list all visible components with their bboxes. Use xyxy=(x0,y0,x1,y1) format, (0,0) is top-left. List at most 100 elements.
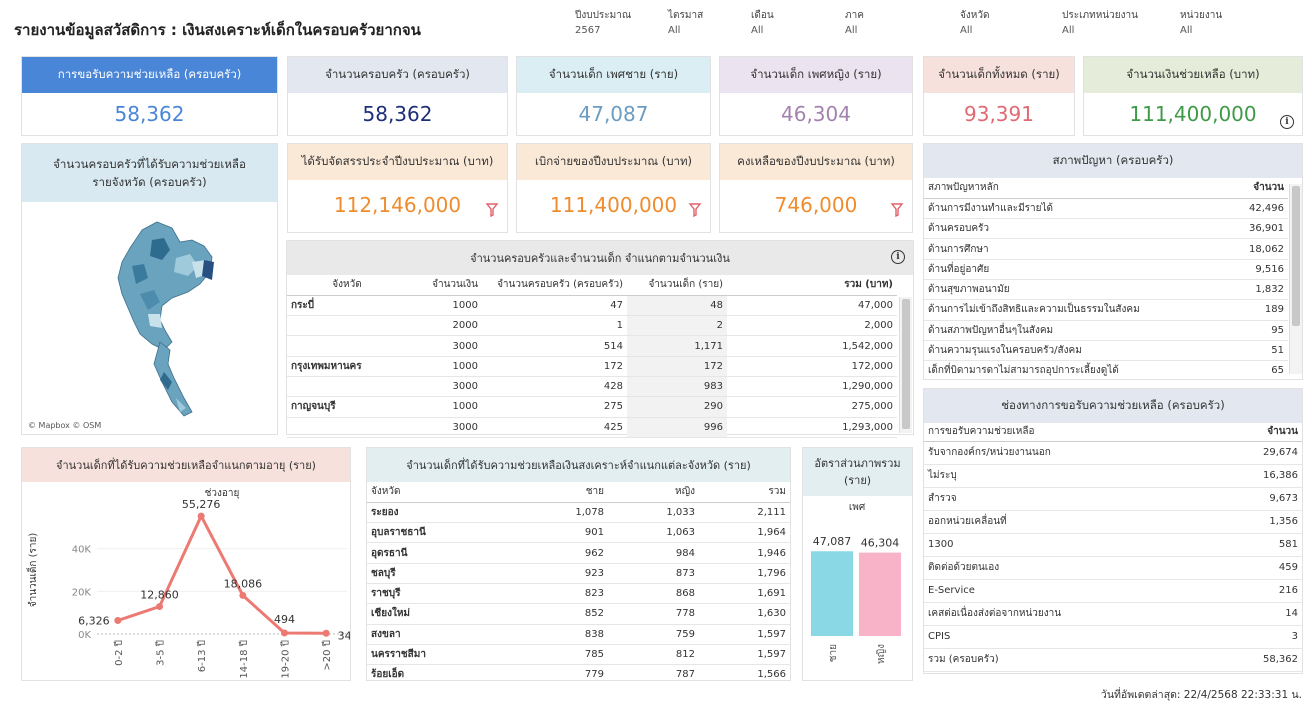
filter-value[interactable]: All xyxy=(668,25,703,36)
table-row[interactable]: กรุงเทพมหานคร 1000 172 172 172,000 xyxy=(287,356,897,377)
filter-value[interactable]: All xyxy=(960,25,989,36)
filter-4[interactable]: จังหวัด All xyxy=(960,8,989,36)
table-row[interactable]: ชลบุรี 923 873 1,796 xyxy=(367,563,790,584)
cell-province: นครราชสีมา xyxy=(367,644,517,666)
data-point[interactable] xyxy=(322,629,330,637)
table-row[interactable]: ติดต่อด้วยตนเอง 459 xyxy=(924,556,1302,580)
table-row[interactable]: เชียงใหม่ 852 778 1,630 xyxy=(367,603,790,625)
table-row[interactable]: สำรวจ 9,673 xyxy=(924,487,1302,511)
data-point[interactable] xyxy=(281,629,288,637)
bar[interactable] xyxy=(811,551,853,636)
cell-channel-count: 216 xyxy=(1213,579,1302,603)
cell-channel: ติดต่อด้วยตนเอง xyxy=(924,556,1214,580)
filter-6[interactable]: หน่วยงาน All xyxy=(1180,8,1222,36)
cell-province xyxy=(287,417,407,438)
table-row[interactable]: สงขลา 838 759 1,597 xyxy=(367,624,790,645)
cell-channel: 1300 xyxy=(924,533,1214,557)
table-row[interactable]: เด็กที่บิดามารดาไม่สามารถอุปการะเลี้ยงดู… xyxy=(924,360,1288,378)
budget-card-1: เบิกจ่ายของปีงบประมาณ (บาท) 111,400,000 xyxy=(516,143,711,233)
table-row[interactable]: E-Service 216 xyxy=(924,579,1302,603)
filter-label: เดือน xyxy=(751,10,774,21)
table-row[interactable]: ด้านการมีงานทำและมีรายได้ 42,496 xyxy=(924,198,1288,220)
chart-subtitle: เพศ xyxy=(849,502,866,513)
cell-sum: 1,691 xyxy=(699,583,790,605)
table-row[interactable]: รับจากองค์กร/หน่วยงานนอก 29,674 xyxy=(924,441,1302,465)
table-row[interactable]: ไม่ระบุ 16,386 xyxy=(924,464,1302,488)
cell-channel: ออกหน่วยเคลื่อนที่ xyxy=(924,510,1214,534)
table-row[interactable]: ด้านการไม่เข้าถึงสิทธิและความเป็นธรรมในส… xyxy=(924,299,1288,321)
amount-table-scrollbar[interactable] xyxy=(899,297,912,433)
x-tick-label: 3-5 ปี xyxy=(155,640,167,666)
table-row[interactable]: นครราชสีมา 785 812 1,597 xyxy=(367,644,790,666)
cell-male: 962 xyxy=(517,542,608,564)
table-row[interactable]: ด้านสภาพปัญหาอื่นๆในสังคม 95 xyxy=(924,320,1288,341)
table-row[interactable]: CPIS 3 xyxy=(924,625,1302,649)
gender-bar-chart[interactable]: เพศ 47,087 ชาย 46,304 หญิง xyxy=(803,496,912,680)
table-row[interactable]: ร้อยเอ็ด 779 787 1,566 xyxy=(367,664,790,680)
filter-funnel-icon[interactable] xyxy=(688,202,702,222)
cell-province xyxy=(287,335,407,357)
cell-channel-count: 9,673 xyxy=(1213,487,1302,511)
cell-children: 983 xyxy=(627,376,727,398)
col-channel: การขอรับความช่วยเหลือ xyxy=(928,426,1035,438)
table-row[interactable]: ด้านที่อยู่อาศัย 9,516 xyxy=(924,259,1288,280)
table-row[interactable]: อุดรธานี 962 984 1,946 xyxy=(367,542,790,564)
problems-card: สภาพปัญหา (ครอบครัว) สภาพปัญหาหลัก จำนวน… xyxy=(923,143,1303,380)
channels-card: ช่องทางการขอรับความช่วยเหลือ (ครอบครัว) … xyxy=(923,388,1303,674)
table-row[interactable]: ระยอง 1,078 1,033 2,111 xyxy=(367,502,790,524)
table-row[interactable]: 1300 581 xyxy=(924,533,1302,557)
cell-sum: 2,111 xyxy=(699,502,790,524)
filter-value[interactable]: All xyxy=(751,25,774,36)
cell-total: 1,542,000 xyxy=(727,335,897,357)
info-icon[interactable]: i xyxy=(891,250,905,264)
table-row[interactable]: กระบี่ 1000 47 48 47,000 xyxy=(287,295,897,317)
thailand-map[interactable] xyxy=(22,202,277,434)
data-label: 55,276 xyxy=(182,498,221,511)
bar[interactable] xyxy=(859,552,901,636)
filter-funnel-icon[interactable] xyxy=(485,202,499,222)
problems-scrollbar[interactable] xyxy=(1289,184,1302,374)
table-row[interactable]: 3000 514 1,171 1,542,000 xyxy=(287,335,897,357)
table-row[interactable]: กาญจนบุรี 1000 275 290 275,000 xyxy=(287,396,897,418)
page-title: รายงานข้อมูลสวัสดิการ : เงินสงเคราะห์เด็… xyxy=(14,21,421,39)
cell-sum: 1,946 xyxy=(699,542,790,564)
table-row[interactable]: เคสต่อเนื่องส่งต่อจากหน่วยงาน 14 xyxy=(924,602,1302,626)
cell-province: กรุงเทพมหานคร xyxy=(287,356,407,377)
filter-value[interactable]: All xyxy=(1062,25,1138,36)
cell-channel: รับจากองค์กร/หน่วยงานนอก xyxy=(924,441,1214,465)
table-row[interactable]: 3000 425 996 1,293,000 xyxy=(287,417,897,438)
table-row[interactable]: 2000 1 2 2,000 xyxy=(287,315,897,337)
table-row[interactable]: ด้านสุขภาพอนามัย 1,832 xyxy=(924,279,1288,301)
filter-0[interactable]: ปีงบประมาณ 2567 xyxy=(575,8,631,36)
data-point[interactable] xyxy=(239,591,247,599)
filter-value[interactable]: All xyxy=(845,25,864,36)
data-point[interactable] xyxy=(156,603,163,611)
table-row[interactable]: 3000 428 983 1,290,000 xyxy=(287,376,897,398)
kpi-label: จำนวนเงินช่วยเหลือ (บาท) xyxy=(1084,57,1302,93)
col-amount: จำนวนเงิน xyxy=(432,279,478,291)
filter-2[interactable]: เดือน All xyxy=(751,8,774,36)
info-icon[interactable]: i xyxy=(1280,115,1294,129)
kpi-label: จำนวนเด็กทั้งหมด (ราย) xyxy=(924,57,1074,93)
budget-label: ได้รับจัดสรรประจำปีงบประมาณ (บาท) xyxy=(288,144,507,180)
filter-value[interactable]: All xyxy=(1180,25,1222,36)
table-row[interactable]: ออกหน่วยเคลื่อนที่ 1,356 xyxy=(924,510,1302,534)
data-point[interactable] xyxy=(114,617,122,625)
table-row[interactable]: ด้านครอบครัว 36,901 xyxy=(924,218,1288,240)
table-row[interactable]: ราชบุรี 823 868 1,691 xyxy=(367,583,790,605)
cell-female: 1,063 xyxy=(608,522,699,544)
filter-5[interactable]: ประเภทหน่วยงาน All xyxy=(1062,8,1138,36)
filter-funnel-icon[interactable] xyxy=(890,202,904,222)
table-row[interactable]: อุบลราชธานี 901 1,063 1,964 xyxy=(367,522,790,544)
filter-3[interactable]: ภาค All xyxy=(845,8,864,36)
filter-1[interactable]: ไตรมาส All xyxy=(668,8,703,36)
data-point[interactable] xyxy=(197,512,205,520)
filter-value[interactable]: 2567 xyxy=(575,25,631,36)
cell-male: 852 xyxy=(517,603,608,625)
table-row[interactable]: รวม (ครอบครัว) 58,362 xyxy=(924,648,1302,672)
table-row[interactable]: ด้านความรุนแรงในครอบครัว/สังคม 51 xyxy=(924,340,1288,362)
col-families: จำนวนครอบครัว (ครอบครัว) xyxy=(497,279,623,291)
age-line-chart[interactable]: ช่วงอายุจำนวนเด็ก (ราย)0K20K40K6,3260-2 … xyxy=(22,482,359,680)
table-row[interactable]: ด้านการศึกษา 18,062 xyxy=(924,238,1288,260)
cell-families: 428 xyxy=(482,376,627,398)
